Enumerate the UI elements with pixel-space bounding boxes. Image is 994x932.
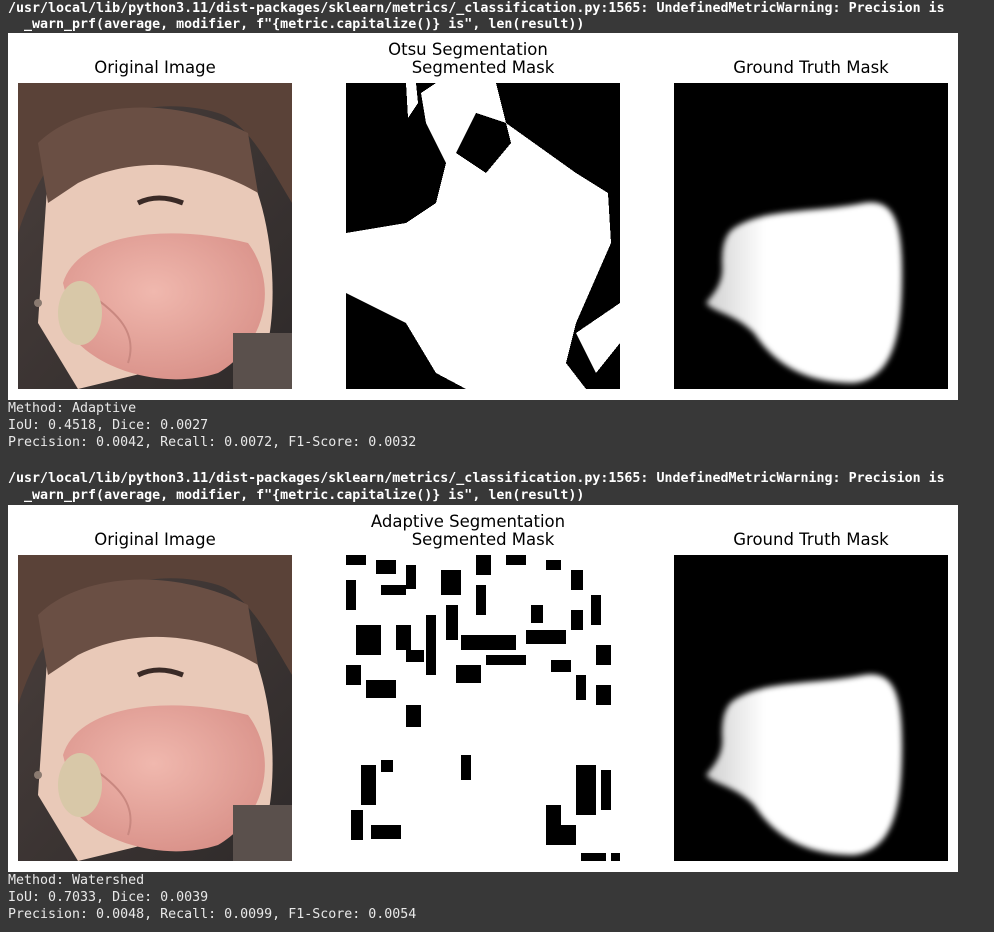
- figure-suptitle: Adaptive Segmentation: [370, 512, 566, 531]
- panel-title-original: Original Image: [94, 58, 216, 77]
- panel-title-ground-truth: Ground Truth Mask: [733, 530, 889, 549]
- panel-title-segmented: Segmented Mask: [411, 530, 555, 549]
- metrics-precision-recall-f1: Precision: 0.0042, Recall: 0.0072, F1-Sc…: [8, 435, 417, 450]
- warning-source-line: _warn_prf(average, modifier, f"{metric.c…: [8, 488, 585, 503]
- face-photo-icon: [18, 83, 292, 389]
- otsu-figure: Otsu Segmentation Original Image Segment…: [8, 33, 958, 400]
- ground-truth-mask-otsu: [674, 83, 948, 389]
- panel-title-segmented: Segmented Mask: [411, 58, 555, 77]
- ground-truth-mask-adaptive: [674, 555, 948, 861]
- metrics-iou-dice: IoU: 0.7033, Dice: 0.0039: [8, 890, 209, 905]
- ground-truth-mask-icon: [674, 83, 948, 389]
- original-image: [18, 555, 292, 861]
- adaptive-figure: Adaptive Segmentation Original Image Seg…: [8, 505, 958, 872]
- metrics-precision-recall-f1: Precision: 0.0048, Recall: 0.0099, F1-Sc…: [8, 907, 417, 922]
- panel-title-original: Original Image: [94, 530, 216, 549]
- face-photo-icon: [18, 555, 292, 861]
- warning-source-line: _warn_prf(average, modifier, f"{metric.c…: [8, 17, 585, 32]
- binary-mask-icon: [346, 83, 620, 389]
- segmented-mask-adaptive: [346, 555, 620, 861]
- metrics-method: Method: Watershed: [8, 873, 145, 888]
- binary-mask-icon: [346, 555, 620, 861]
- warning-line: /usr/local/lib/python3.11/dist-packages/…: [8, 1, 945, 16]
- metrics-iou-dice: IoU: 0.4518, Dice: 0.0027: [8, 418, 209, 433]
- warning-line: /usr/local/lib/python3.11/dist-packages/…: [8, 471, 945, 486]
- figure-suptitle: Otsu Segmentation: [388, 40, 548, 59]
- segmented-mask-otsu: [346, 83, 620, 389]
- panel-title-ground-truth: Ground Truth Mask: [733, 58, 889, 77]
- metrics-method: Method: Adaptive: [8, 401, 137, 416]
- original-image: [18, 83, 292, 389]
- ground-truth-mask-icon: [674, 555, 948, 861]
